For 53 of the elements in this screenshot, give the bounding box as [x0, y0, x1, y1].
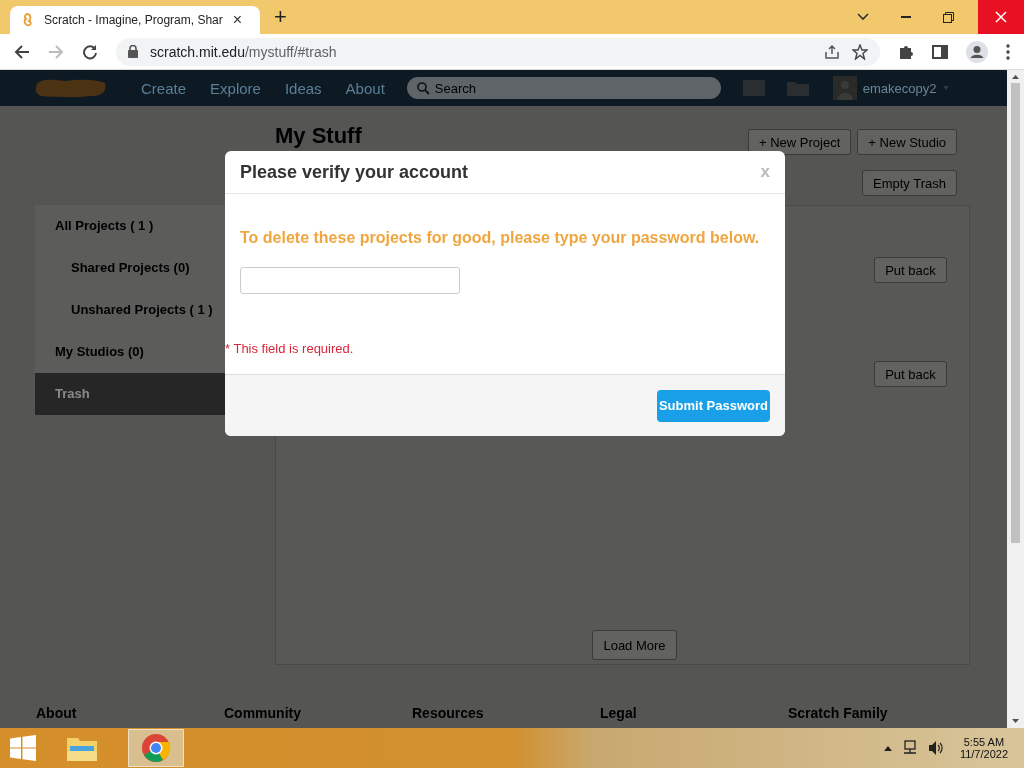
load-more-button[interactable]: Load More — [592, 630, 677, 660]
network-icon[interactable] — [901, 740, 918, 756]
star-icon[interactable] — [852, 43, 868, 60]
address-field[interactable]: scratch.mit.edu/mystuff/#trash — [116, 37, 880, 66]
footer-heading: About — [36, 705, 78, 721]
puzzle-icon[interactable] — [898, 43, 914, 60]
empty-trash-button[interactable]: Empty Trash — [862, 170, 957, 196]
tab-close-button[interactable]: × — [232, 11, 243, 29]
put-back-button[interactable]: Put back — [874, 257, 947, 283]
windows-logo-icon[interactable] — [10, 735, 36, 761]
share-icon[interactable] — [824, 43, 840, 60]
nav-link[interactable]: Create — [141, 79, 187, 97]
speaker-icon[interactable] — [927, 740, 944, 756]
clock-date[interactable]: 11/7/2022 — [959, 748, 1008, 760]
chevron-up-icon[interactable] — [883, 745, 892, 751]
new-item-button[interactable]: + New Studio — [857, 129, 957, 155]
chrome-icon — [141, 733, 171, 763]
tab-title: Scratch - Imagine, Program, Shar — [44, 13, 223, 27]
new-tab-button[interactable]: + — [274, 6, 287, 28]
footer-heading: Community — [224, 705, 302, 721]
password-field[interactable] — [240, 267, 460, 294]
nav-link[interactable]: Explore — [210, 79, 261, 97]
put-back-button[interactable]: Put back — [874, 361, 947, 387]
scrollbar[interactable] — [1007, 70, 1024, 728]
nav-link[interactable]: Ideas — [284, 79, 322, 97]
search-field[interactable]: Search — [406, 77, 721, 99]
close-icon — [995, 11, 1007, 23]
dialog-title: Please verify your account — [240, 161, 469, 183]
new-item-button[interactable]: + New Project — [748, 129, 852, 155]
nav-link[interactable]: About — [345, 79, 385, 97]
footer-heading: Legal — [600, 705, 638, 721]
profile-icon[interactable] — [966, 40, 988, 63]
error-message: * This field is required. — [225, 341, 354, 356]
submit-password-button[interactable]: Submit Password — [656, 389, 770, 422]
username-link[interactable]: emakecopy2 — [862, 80, 937, 96]
browser-tab[interactable]: Scratch - Imagine, Program, Shar × — [10, 6, 260, 34]
clock-time[interactable]: 5:55 AM — [963, 736, 1005, 748]
taskbar-app-button[interactable] — [128, 729, 184, 767]
cat-icon — [22, 13, 34, 27]
footer-heading: Scratch Family — [788, 705, 889, 721]
search-icon — [416, 82, 430, 95]
reload-icon[interactable] — [82, 43, 98, 60]
chevron-down-icon[interactable] — [857, 13, 869, 21]
lock-icon — [128, 45, 138, 58]
side-panel-icon[interactable] — [932, 43, 948, 60]
menu-icon[interactable] — [1006, 43, 1010, 60]
page-heading: My Stuff — [275, 125, 362, 147]
restore-icon[interactable] — [943, 11, 954, 23]
instruction-text: To delete these projects for good, please type your password below. — [240, 229, 760, 247]
scroll-up-icon[interactable] — [1012, 75, 1019, 79]
scroll-down-icon[interactable] — [1012, 719, 1019, 723]
back-icon[interactable] — [14, 43, 30, 60]
footer-heading: Resources — [412, 705, 485, 721]
